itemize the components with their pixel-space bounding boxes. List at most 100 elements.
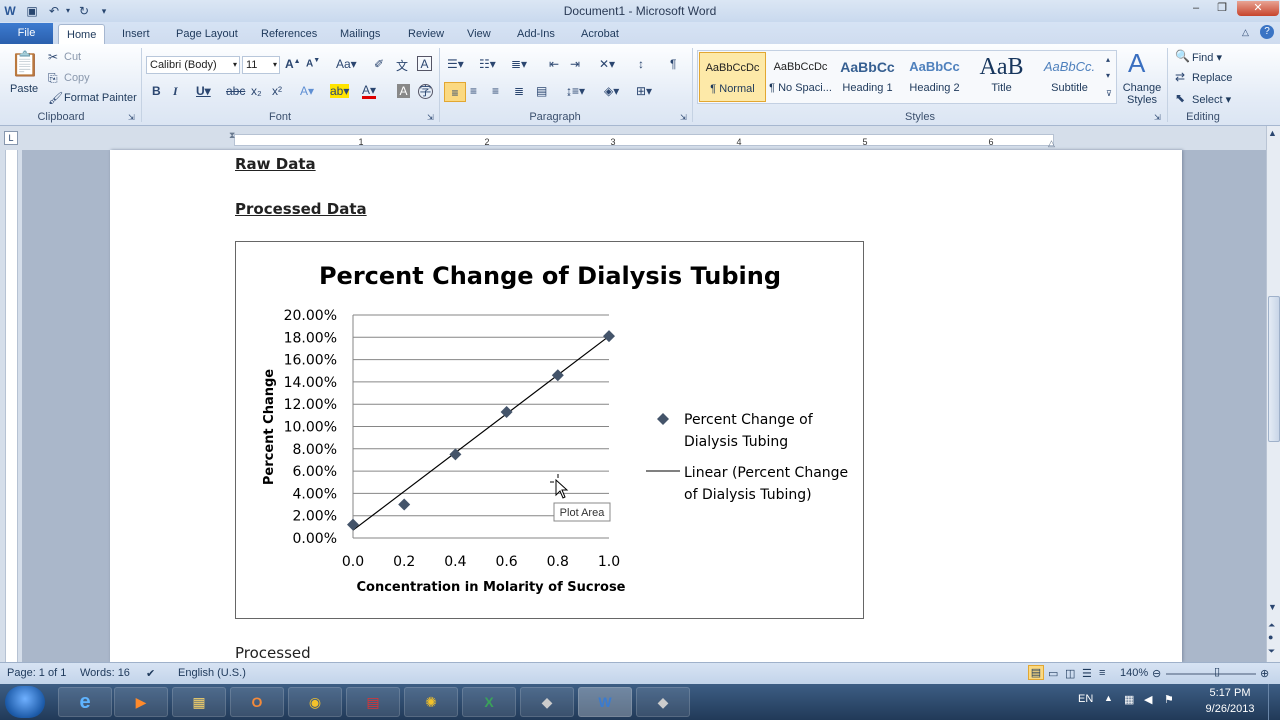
clock-time[interactable]: 5:17 PM bbox=[1200, 687, 1260, 699]
replace-button[interactable]: Replace bbox=[1192, 72, 1232, 84]
action-center-icon[interactable]: ⚑ bbox=[1164, 693, 1174, 706]
full-screen-icon[interactable]: ▭ bbox=[1048, 667, 1058, 680]
style-title[interactable]: AaB Title bbox=[968, 52, 1035, 102]
excel-icon[interactable]: X bbox=[462, 687, 516, 717]
indent-marker-icon[interactable]: ⧗ bbox=[229, 130, 235, 141]
vertical-scrollbar[interactable]: ▲ ▼ ⏶ ● ⏷ bbox=[1266, 126, 1280, 662]
language-bar[interactable]: EN bbox=[1078, 693, 1093, 705]
volume-icon[interactable]: ◀ bbox=[1144, 693, 1152, 706]
style-no-spacing[interactable]: AaBbCcDc ¶ No Spaci... bbox=[767, 52, 834, 102]
chart-title[interactable]: Percent Change of Dialysis Tubing bbox=[319, 262, 781, 290]
browse-object-icon[interactable]: ● bbox=[1268, 632, 1273, 642]
gallery-up-icon[interactable]: ▴ bbox=[1106, 52, 1110, 68]
shading-icon[interactable]: ◈▾ bbox=[604, 84, 619, 98]
tab-page-layout[interactable]: Page Layout bbox=[168, 24, 246, 44]
web-layout-icon[interactable]: ◫ bbox=[1065, 667, 1075, 680]
app-icon[interactable]: ✺ bbox=[404, 687, 458, 717]
file-explorer-icon[interactable]: ▦ bbox=[172, 687, 226, 717]
app-window-2-icon[interactable]: ◆ bbox=[636, 687, 690, 717]
internet-explorer-icon[interactable]: e bbox=[58, 687, 112, 717]
find-button[interactable]: Find ▾ bbox=[1192, 51, 1222, 64]
word-taskbar-icon[interactable]: W bbox=[578, 687, 632, 717]
language-indicator[interactable]: English (U.S.) bbox=[178, 667, 246, 679]
tab-acrobat[interactable]: Acrobat bbox=[573, 24, 627, 44]
character-shading-icon[interactable]: A bbox=[397, 84, 410, 98]
print-layout-icon[interactable]: ▤ bbox=[1028, 665, 1044, 680]
font-color-icon[interactable]: A▾ bbox=[362, 84, 377, 99]
show-desktop-button[interactable] bbox=[1268, 684, 1280, 720]
font-launcher-icon[interactable]: ⇲ bbox=[427, 113, 434, 122]
style-normal[interactable]: AaBbCcDc ¶ Normal bbox=[699, 52, 766, 102]
style-heading-1[interactable]: AaBbCc Heading 1 bbox=[834, 52, 901, 102]
grow-font-icon[interactable]: A▲ bbox=[285, 57, 301, 71]
tab-references[interactable]: References bbox=[253, 24, 325, 44]
subscript-icon[interactable]: x₂ bbox=[251, 84, 262, 98]
enclose-characters-icon[interactable]: 字 bbox=[418, 84, 433, 99]
paste-icon[interactable]: 📋 bbox=[10, 50, 40, 80]
scroll-up-icon[interactable]: ▲ bbox=[1268, 128, 1277, 138]
chart-area[interactable]: Percent Change of Dialysis Tubing 0.00% 2… bbox=[235, 241, 864, 619]
change-styles-button[interactable]: Change Styles bbox=[1122, 82, 1162, 106]
outline-icon[interactable]: ☰ bbox=[1082, 667, 1092, 680]
tab-insert[interactable]: Insert bbox=[114, 24, 158, 44]
tab-add-ins[interactable]: Add-Ins bbox=[509, 24, 563, 44]
start-button[interactable] bbox=[5, 686, 45, 718]
clipboard-launcher-icon[interactable]: ⇲ bbox=[128, 113, 135, 122]
tab-view[interactable]: View bbox=[459, 24, 499, 44]
italic-icon[interactable]: I bbox=[173, 84, 178, 99]
asian-layout-icon[interactable]: ✕▾ bbox=[599, 57, 615, 71]
clear-formatting-icon[interactable]: ✐ bbox=[374, 57, 384, 71]
align-center-icon[interactable]: ≡ bbox=[470, 84, 477, 98]
zoom-out-icon[interactable]: ⊖ bbox=[1152, 667, 1161, 680]
tab-home[interactable]: Home bbox=[58, 24, 106, 44]
font-size-combo[interactable]: 11 ▾ bbox=[242, 56, 280, 74]
show-formatting-icon[interactable]: ¶ bbox=[670, 57, 676, 71]
previous-page-icon[interactable]: ⏶ bbox=[1268, 620, 1275, 631]
chart-legend[interactable]: Percent Change of Dialysis Tubing Linear … bbox=[646, 412, 848, 503]
next-page-icon[interactable]: ⏷ bbox=[1268, 646, 1275, 657]
app-window-icon[interactable]: ◆ bbox=[520, 687, 574, 717]
line-spacing-icon[interactable]: ↨≡▾ bbox=[566, 84, 585, 98]
align-left-icon[interactable]: ≡ bbox=[444, 82, 466, 102]
align-right-icon[interactable]: ≡ bbox=[492, 84, 499, 98]
chrome-icon[interactable]: ◉ bbox=[288, 687, 342, 717]
cut-button[interactable]: Cut bbox=[64, 51, 81, 63]
multilevel-list-icon[interactable]: ≣▾ bbox=[511, 57, 527, 71]
x-axis-label[interactable]: Concentration in Molarity of Sucrose bbox=[356, 580, 625, 595]
bold-icon[interactable]: B bbox=[152, 84, 161, 98]
text-effects-icon[interactable]: A▾ bbox=[300, 84, 314, 98]
gallery-down-icon[interactable]: ▾ bbox=[1106, 68, 1110, 84]
restore-button[interactable]: ❐ bbox=[1209, 1, 1235, 16]
style-subtitle[interactable]: AaBbCc. Subtitle bbox=[1036, 52, 1103, 102]
gallery-more-icon[interactable]: ⊽ bbox=[1106, 86, 1112, 102]
style-heading-2[interactable]: AaBbCc Heading 2 bbox=[901, 52, 968, 102]
format-painter-button[interactable]: Format Painter bbox=[64, 92, 137, 104]
increase-indent-icon[interactable]: ⇥ bbox=[570, 57, 580, 71]
zoom-slider[interactable] bbox=[1166, 673, 1256, 675]
tab-mailings[interactable]: Mailings bbox=[332, 24, 388, 44]
underline-icon[interactable]: U▾ bbox=[196, 84, 211, 98]
minimize-button[interactable]: – bbox=[1183, 1, 1209, 16]
bullets-icon[interactable]: ☰▾ bbox=[447, 57, 464, 71]
tab-file[interactable]: File bbox=[0, 23, 53, 44]
decrease-indent-icon[interactable]: ⇤ bbox=[549, 57, 559, 71]
right-indent-icon[interactable]: △ bbox=[1048, 138, 1055, 149]
copy-button[interactable]: Copy bbox=[64, 72, 90, 84]
sort-icon[interactable]: ↕ bbox=[638, 57, 644, 71]
horizontal-ruler[interactable]: L 123456 ⧗ △ ▦ bbox=[0, 126, 1280, 150]
outlook-icon[interactable]: O bbox=[230, 687, 284, 717]
close-button[interactable]: ✕ bbox=[1237, 1, 1279, 16]
scroll-down-icon[interactable]: ▼ bbox=[1268, 602, 1277, 612]
font-name-combo[interactable]: Calibri (Body) ▾ bbox=[146, 56, 240, 74]
shrink-font-icon[interactable]: A▼ bbox=[306, 57, 320, 69]
network-icon[interactable]: ▦ bbox=[1124, 693, 1134, 706]
zoom-in-icon[interactable]: ⊕ bbox=[1260, 667, 1269, 680]
help-icon[interactable]: ? bbox=[1260, 25, 1274, 39]
draft-icon[interactable]: ≡ bbox=[1099, 667, 1105, 679]
vertical-ruler[interactable] bbox=[0, 150, 22, 662]
page-count[interactable]: Page: 1 of 1 bbox=[7, 667, 66, 679]
proofing-icon[interactable]: ✔ bbox=[146, 667, 155, 680]
zoom-level[interactable]: 140% bbox=[1120, 667, 1148, 679]
document-page[interactable]: Raw Data Processed Data Percent Change o… bbox=[110, 150, 1182, 680]
justify-icon[interactable]: ≣ bbox=[514, 84, 524, 98]
